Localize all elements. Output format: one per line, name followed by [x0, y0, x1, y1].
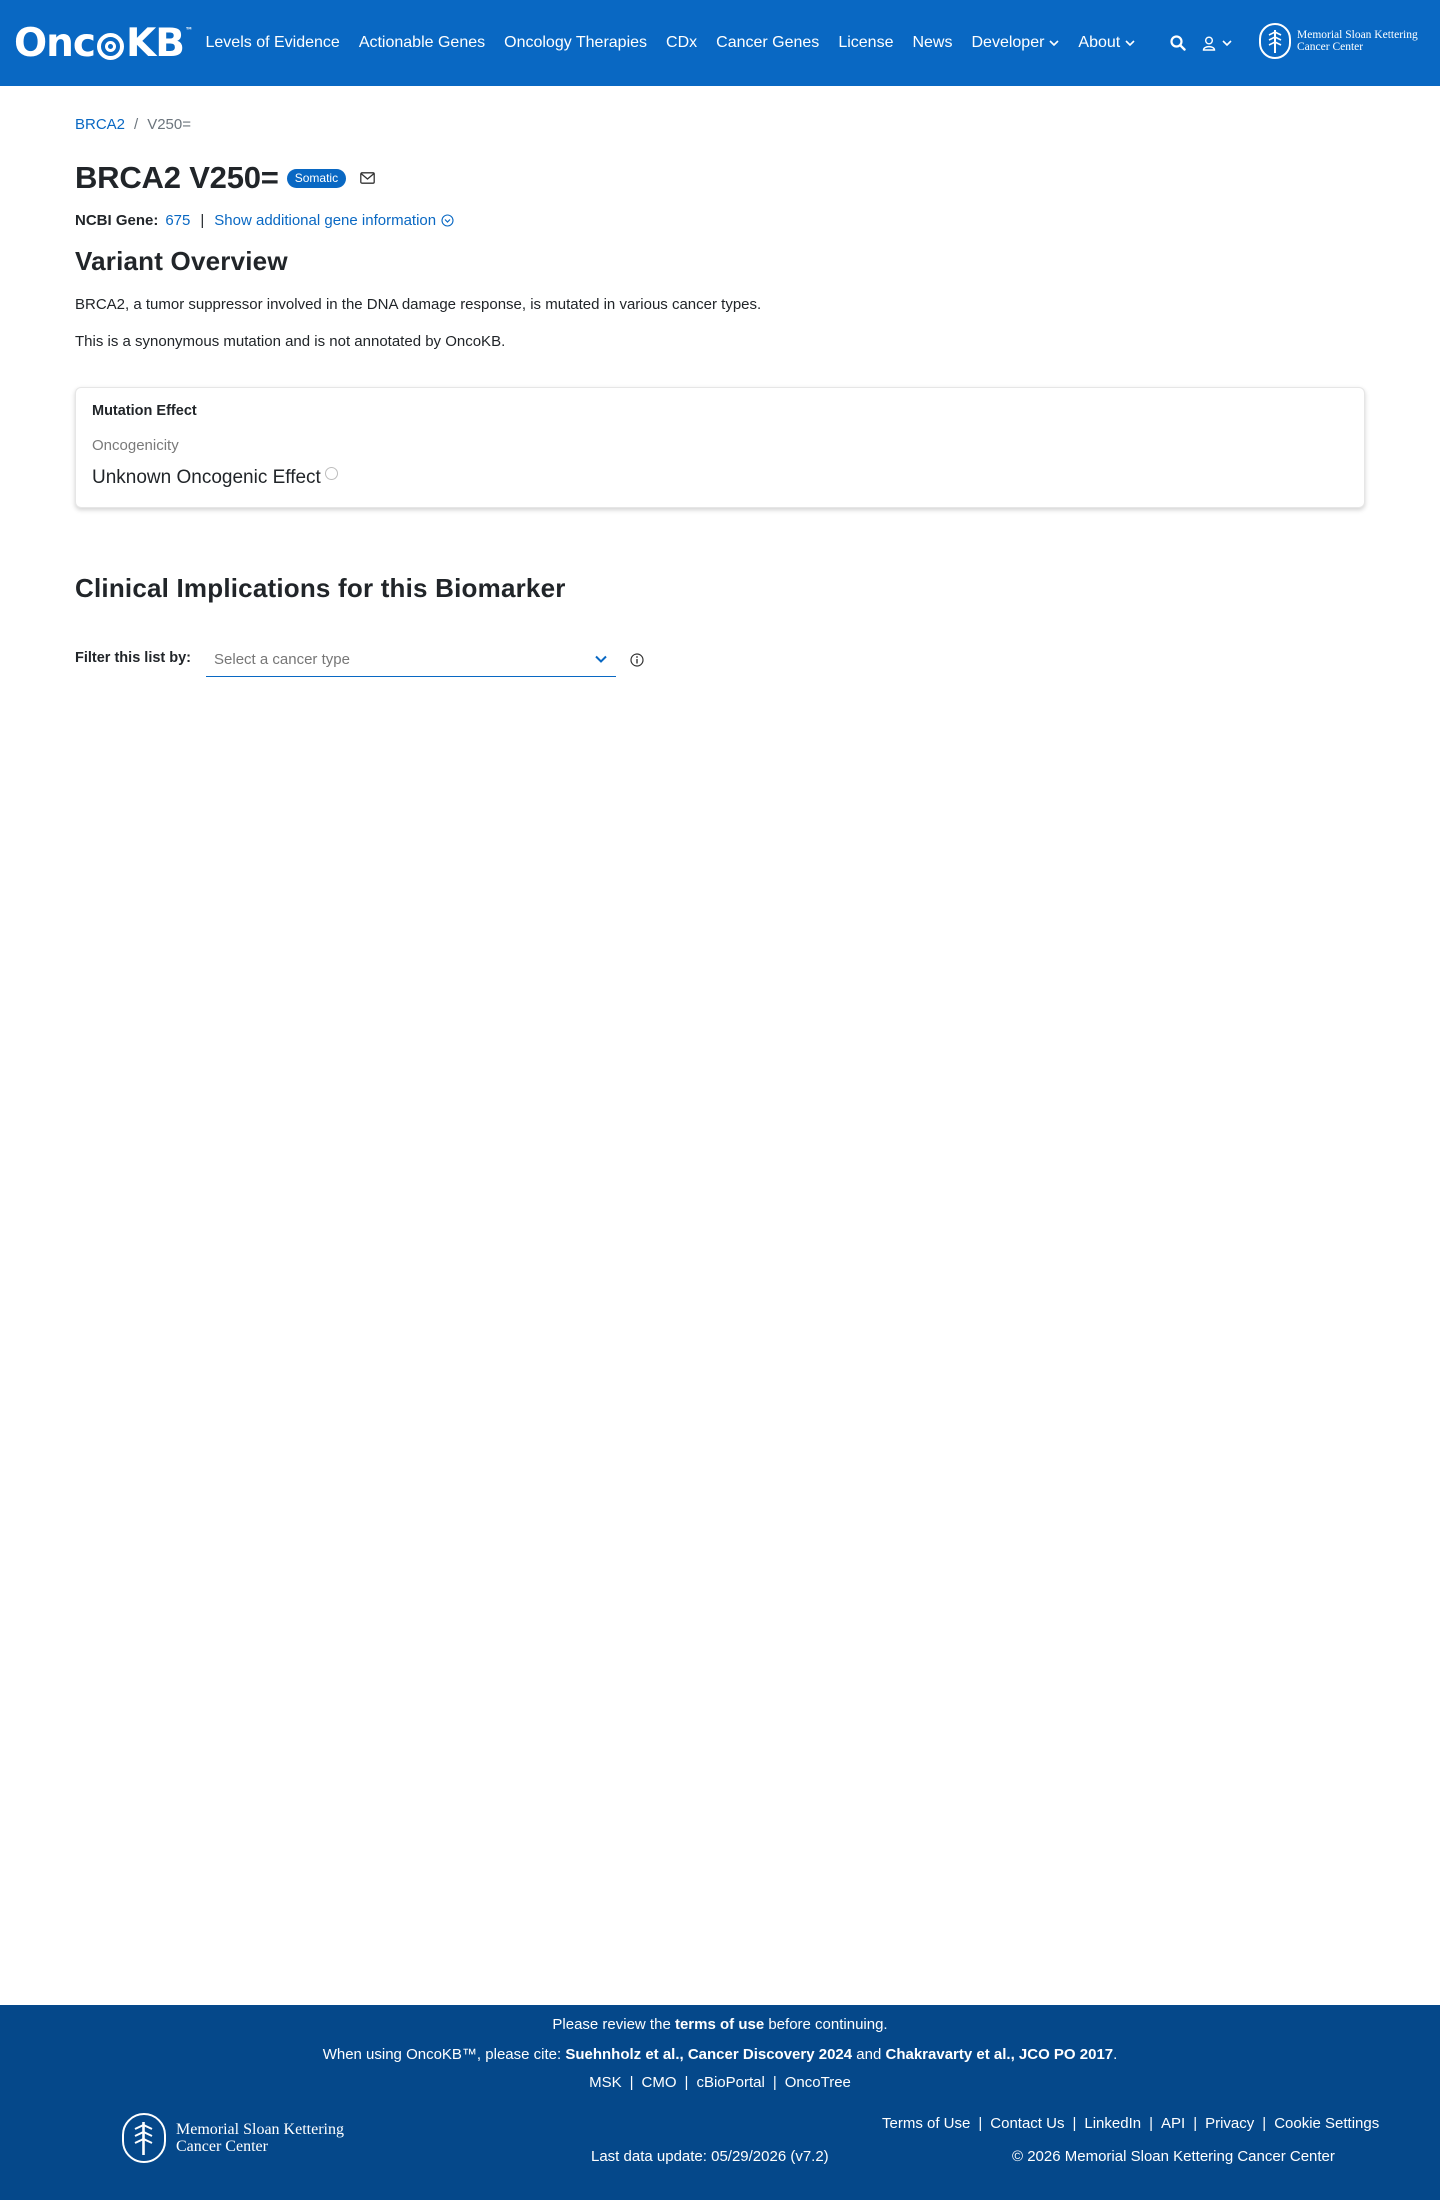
footer-resource-links: MSK | CMO | cBioPortal | OncoTree: [589, 2074, 851, 2091]
terms-of-use-link[interactable]: terms of use: [675, 2016, 764, 2033]
variant-summary: BRCA2, a tumor suppressor involved in th…: [75, 296, 762, 313]
footer-link-oncotree[interactable]: OncoTree: [785, 2074, 851, 2091]
footer-link-linkedin[interactable]: LinkedIn: [1084, 2115, 1141, 2132]
page-title-row: BRCA2 V250= Somatic: [75, 160, 375, 196]
footer-link-api[interactable]: API: [1161, 2115, 1185, 2132]
chevron-down-icon: [1049, 40, 1059, 47]
chevron-down-icon: [1125, 40, 1135, 47]
chevron-down-icon: [1222, 40, 1232, 47]
nav-actionable-genes[interactable]: Actionable Genes: [359, 34, 485, 52]
nav-about-dropdown[interactable]: About: [1078, 34, 1135, 52]
page-title: BRCA2 V250=: [75, 160, 279, 195]
main-nav: Levels of Evidence Actionable Genes Onco…: [196, 0, 1145, 86]
footer-link-msk[interactable]: MSK: [589, 2074, 622, 2091]
oncogenicity-label: Oncogenicity: [92, 437, 179, 454]
search-button[interactable]: [1170, 35, 1186, 51]
breadcrumb: BRCA2 / V250=: [75, 116, 191, 133]
nav-icons: [1170, 0, 1248, 86]
account-dropdown[interactable]: [1202, 36, 1232, 51]
msk-logo-icon: [1259, 23, 1291, 59]
citation-1: Suehnholz et al., Cancer Discovery 2024: [565, 2046, 853, 2063]
breadcrumb-separator: /: [134, 116, 139, 133]
oncokb-logo[interactable]: Onc KB ™: [14, 18, 193, 68]
cancer-type-select[interactable]: Select a cancer type: [206, 642, 617, 677]
citation-notice: When using OncoKB™, please cite: Suehnho…: [322, 2046, 1118, 2063]
filter-label: Filter this list by:: [75, 650, 192, 666]
trademark: ™: [185, 26, 193, 35]
breadcrumb-gene-link[interactable]: BRCA2: [75, 116, 125, 133]
oncogenicity-value: Unknown Oncogenic Effect: [92, 467, 338, 489]
brand-text-pre: Onc: [14, 20, 96, 66]
target-icon: [97, 32, 125, 60]
footer: Please review the terms of use before co…: [0, 2005, 1440, 2200]
chevron-circle-down-icon: [441, 214, 454, 227]
footer-link-contact[interactable]: Contact Us: [990, 2115, 1064, 2132]
variant-note: This is a synonymous mutation and is not…: [75, 333, 506, 350]
terms-notice: Please review the terms of use before co…: [552, 2016, 888, 2033]
search-icon: [1170, 35, 1186, 51]
unknown-oncogenic-icon: [324, 467, 338, 480]
footer-link-cookie-settings[interactable]: Cookie Settings: [1274, 2115, 1379, 2132]
filter-row: Filter this list by: Select a cancer typ…: [75, 642, 644, 677]
ncbi-gene-label: NCBI Gene:: [75, 212, 159, 229]
nav-license[interactable]: License: [838, 34, 893, 52]
gene-info-row: NCBI Gene: 675 | Show additional gene in…: [75, 212, 454, 229]
nav-developer-dropdown[interactable]: Developer: [971, 34, 1059, 52]
msk-logo-text: Memorial Sloan Kettering Cancer Center: [1297, 29, 1418, 53]
nav-cancer-genes[interactable]: Cancer Genes: [716, 34, 819, 52]
nav-levels-of-evidence[interactable]: Levels of Evidence: [206, 34, 340, 52]
mutation-effect-card: Mutation Effect Oncogenicity Unknown Onc…: [75, 387, 1365, 508]
copyright: © 2026 Memorial Sloan Kettering Cancer C…: [1012, 2148, 1335, 2165]
show-gene-info-toggle[interactable]: Show additional gene information: [214, 212, 454, 229]
ncbi-gene-link[interactable]: 675: [165, 212, 190, 229]
variant-overview-title: Variant Overview: [75, 246, 288, 276]
msk-logo-icon: [122, 2113, 166, 2163]
brand-text-post: KB: [126, 20, 185, 66]
breadcrumb-current: V250=: [147, 116, 191, 133]
envelope-icon: [360, 172, 375, 184]
footer-link-cmo[interactable]: CMO: [642, 2074, 677, 2091]
footer-legal-links: Terms of Use | Contact Us | LinkedIn | A…: [882, 2115, 1380, 2132]
chevron-down-icon: [595, 655, 607, 663]
footer-msk-logo[interactable]: Memorial Sloan Kettering Cancer Center: [122, 2113, 344, 2163]
footer-link-terms[interactable]: Terms of Use: [882, 2115, 970, 2132]
footer-link-cbioportal[interactable]: cBioPortal: [696, 2074, 764, 2091]
gene-info-separator: |: [200, 212, 205, 229]
user-icon: [1202, 36, 1216, 51]
footer-msk-text: Memorial Sloan Kettering Cancer Center: [176, 2121, 344, 2155]
somatic-badge: Somatic: [286, 168, 347, 188]
msk-logo[interactable]: Memorial Sloan Kettering Cancer Center: [1259, 23, 1418, 59]
mutation-effect-label: Mutation Effect: [92, 403, 197, 419]
clinical-implications-title: Clinical Implications for this Biomarker: [75, 573, 566, 603]
nav-cdx[interactable]: CDx: [666, 34, 697, 52]
last-data-update: Last data update: 05/29/2026 (v7.2): [591, 2148, 829, 2165]
nav-news[interactable]: News: [912, 34, 952, 52]
footer-link-privacy[interactable]: Privacy: [1205, 2115, 1254, 2132]
cancer-type-placeholder: Select a cancer type: [214, 650, 350, 668]
top-navbar: Onc KB ™ Levels of Evidence Actionable G…: [0, 0, 1440, 86]
citation-2: Chakravarty et al., JCO PO 2017: [885, 2046, 1114, 2063]
feedback-mail-button[interactable]: [360, 172, 375, 184]
nav-oncology-therapies[interactable]: Oncology Therapies: [504, 34, 647, 52]
filter-info-button[interactable]: [630, 653, 644, 667]
info-circle-icon: [630, 653, 644, 667]
